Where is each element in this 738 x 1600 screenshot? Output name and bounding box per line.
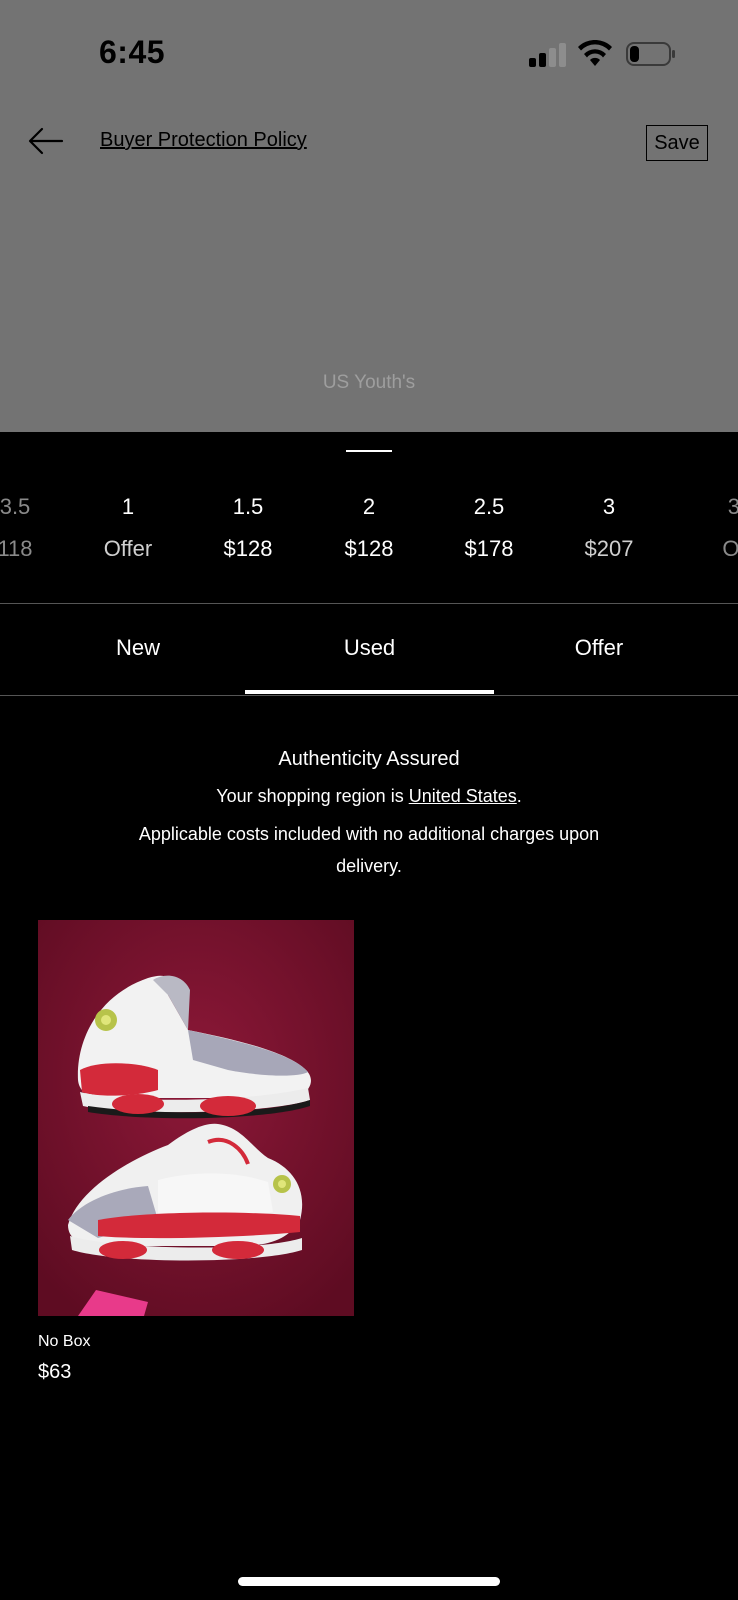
size-option[interactable]: 2 $128 [314,492,424,564]
size-value: 3 [602,494,616,519]
battery-icon [626,42,675,66]
region-suffix: . [516,786,522,806]
product-price: $63 [38,1361,72,1383]
size-price: $128 [223,536,273,561]
size-value: 1 [121,494,135,519]
size-picker-sheet: 3.5 118 1 Offer 1.5 $128 2 $128 2.5 $178… [0,432,738,1600]
size-option[interactable]: 3.5 Offe [688,492,738,564]
size-option[interactable]: 3.5 118 [0,492,70,564]
size-price: $207 [584,536,634,561]
size-selector: 3.5 118 1 Offer 1.5 $128 2 $128 2.5 $178… [0,492,738,562]
size-option[interactable]: 1.5 $128 [193,492,303,564]
size-option[interactable]: 2.5 $178 [434,492,544,564]
size-value: 3.5 [727,494,738,519]
size-price: $178 [464,536,514,561]
wifi-icon [578,40,612,66]
back-arrow-icon[interactable] [28,126,64,156]
size-option[interactable]: 1 Offer [73,492,183,564]
size-price: $128 [344,536,394,561]
buyer-protection-policy-link[interactable]: Buyer Protection Policy [100,129,307,152]
shopping-region-text: Your shopping region is United States. [0,786,738,807]
size-price: 118 [0,536,33,561]
size-option[interactable]: 3 $207 [554,492,664,564]
divider [0,695,738,696]
active-tab-indicator [245,690,494,694]
product-condition: No Box [38,1333,91,1350]
product-card[interactable]: No Box $63 [38,920,354,1384]
size-value: 3.5 [0,494,31,519]
tab-offer[interactable]: Offer [494,604,704,692]
drag-handle[interactable] [346,450,392,452]
authenticity-title: Authenticity Assured [278,748,460,770]
size-price: Offer [103,536,153,561]
region-link[interactable]: United States [409,786,517,806]
size-value: 1.5 [232,494,264,519]
tab-new[interactable]: New [0,604,276,692]
tab-used[interactable]: Used [245,604,494,692]
size-region-label: US Youth's [322,372,416,393]
cellular-signal-icon [529,41,567,67]
sneakers-image [38,920,354,1316]
costs-note: Applicable costs included with no additi… [138,824,600,876]
save-button[interactable]: Save [646,125,708,161]
home-indicator[interactable] [238,1577,500,1586]
size-price: Offe [722,536,738,561]
region-prefix: Your shopping region is [216,786,409,806]
size-value: 2 [362,494,376,519]
size-value: 2.5 [473,494,505,519]
condition-tabs: New Used Offer [0,604,738,694]
status-time: 6:45 [99,34,166,70]
product-image [38,920,354,1316]
background-page-overlay: 6:45 Buyer Protection Policy Save US You… [0,0,738,432]
